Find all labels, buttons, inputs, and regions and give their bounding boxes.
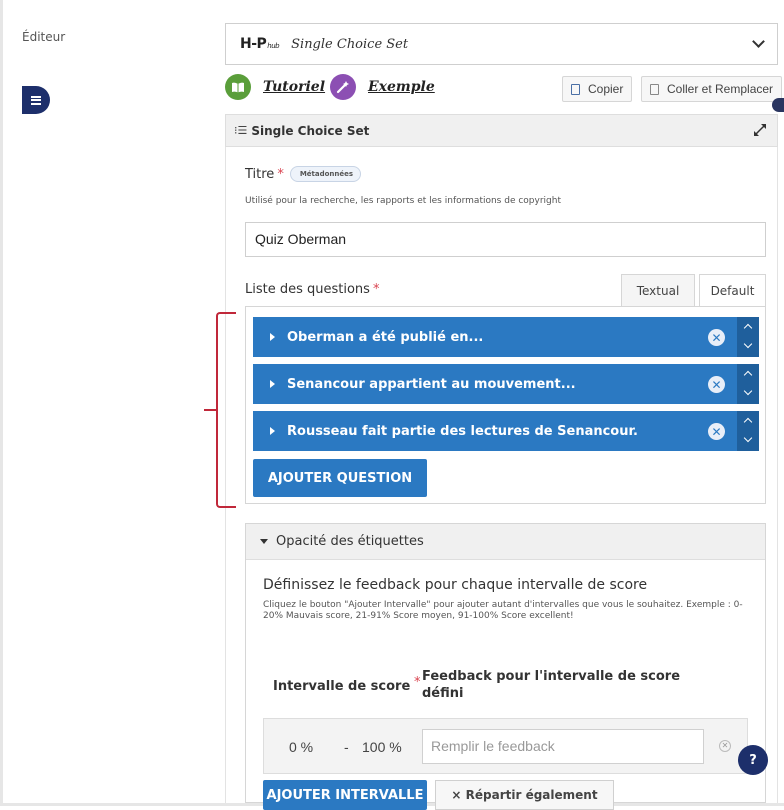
- questions-label: Liste des questions: [245, 282, 370, 297]
- tutorial-label[interactable]: Tutoriel: [263, 79, 325, 95]
- content-type-selector[interactable]: H-Phub Single Choice Set: [225, 23, 778, 65]
- example-label[interactable]: Exemple: [368, 79, 435, 95]
- remove-icon[interactable]: ✕: [708, 376, 725, 393]
- titre-label: Titre: [245, 166, 275, 182]
- magic-wand-icon: [330, 74, 356, 100]
- questions-list: Oberman a été publié en... ✕ Senancour a…: [245, 306, 766, 504]
- titre-input[interactable]: Quiz Oberman: [245, 222, 766, 257]
- section-header: ⁝☰ Single Choice Set: [225, 114, 778, 147]
- question-item[interactable]: Senancour appartient au mouvement... ✕: [253, 364, 759, 404]
- paste-replace-button[interactable]: Coller et Remplacer: [641, 76, 783, 102]
- copy-label: Copier: [588, 82, 624, 96]
- move-up-icon[interactable]: [743, 323, 753, 333]
- remove-range-icon[interactable]: ✕: [719, 740, 731, 752]
- caret-right-icon[interactable]: [270, 333, 275, 341]
- reorder-control[interactable]: [737, 317, 759, 357]
- h5p-hub-logo: H-Phub: [240, 36, 280, 52]
- help-toolbar: Tutoriel Exemple Copier Coller et Rempla…: [225, 74, 784, 104]
- editor-label: Éditeur: [22, 30, 66, 44]
- highlight-bracket: [204, 312, 236, 508]
- score-range-column-label: Intervalle de score: [273, 679, 411, 694]
- opacity-title: Opacité des étiquettes: [276, 534, 424, 549]
- move-up-icon[interactable]: [743, 417, 753, 427]
- titre-description: Utilisé pour la recherche, les rapports …: [245, 196, 561, 206]
- clipboard-icon: [571, 83, 580, 95]
- menu-icon: [31, 95, 41, 105]
- required-marker: *: [414, 675, 421, 690]
- sidebar-toggle[interactable]: [22, 86, 50, 114]
- paste-icon: [650, 83, 659, 95]
- move-down-icon[interactable]: [743, 339, 753, 349]
- feedback-input[interactable]: Remplir le feedback: [422, 729, 704, 764]
- example-link[interactable]: Exemple: [330, 74, 435, 100]
- required-marker: *: [372, 282, 380, 297]
- move-down-icon[interactable]: [743, 433, 753, 443]
- question-item[interactable]: Oberman a été publié en... ✕: [253, 317, 759, 357]
- questions-label-row: Liste des questions *: [245, 282, 379, 297]
- tutorial-link[interactable]: Tutoriel: [225, 74, 325, 100]
- question-title[interactable]: Rousseau fait partie des lectures de Sen…: [287, 424, 638, 439]
- section-title: Single Choice Set: [251, 123, 370, 138]
- reorder-control[interactable]: [737, 411, 759, 451]
- content-type-name: Single Choice Set: [291, 36, 409, 52]
- metadata-button[interactable]: Métadonnées: [289, 166, 362, 182]
- score-from: 0 %: [289, 739, 314, 755]
- book-icon: [225, 74, 251, 100]
- help-button[interactable]: ?: [738, 745, 768, 775]
- remove-icon[interactable]: ✕: [708, 329, 725, 346]
- add-question-button[interactable]: AJOUTER QUESTION: [253, 459, 427, 497]
- question-title[interactable]: Senancour appartient au mouvement...: [287, 377, 576, 392]
- score-range-row: 0 % - 100 % Remplir le feedback ✕: [263, 718, 748, 774]
- opacity-header[interactable]: Opacité des étiquettes: [246, 524, 765, 560]
- range-dash: -: [344, 739, 349, 755]
- remove-icon[interactable]: ✕: [708, 423, 725, 440]
- feedback-heading: Définissez le feedback pour chaque inter…: [263, 577, 648, 593]
- caret-right-icon[interactable]: [270, 380, 275, 388]
- feedback-description: Cliquez le bouton "Ajouter Intervalle" p…: [263, 600, 743, 621]
- reorder-control[interactable]: [737, 364, 759, 404]
- list-icon: ⁝☰: [234, 124, 248, 137]
- tab-default[interactable]: Default: [699, 274, 766, 306]
- titre-label-row: Titre * Métadonnées: [245, 166, 362, 182]
- sidebar-edge-tab: [772, 98, 784, 112]
- score-to[interactable]: 100 %: [362, 739, 402, 755]
- copy-button[interactable]: Copier: [562, 76, 633, 102]
- move-down-icon[interactable]: [743, 386, 753, 396]
- question-item[interactable]: Rousseau fait partie des lectures de Sen…: [253, 411, 759, 451]
- caret-down-icon: [260, 539, 268, 544]
- move-up-icon[interactable]: [743, 370, 753, 380]
- feedback-column-label: Feedback pour l'intervalle de score défi…: [422, 669, 681, 701]
- question-title[interactable]: Oberman a été publié en...: [287, 330, 483, 345]
- required-marker: *: [277, 166, 284, 182]
- paste-label: Coller et Remplacer: [667, 82, 774, 96]
- tab-textual[interactable]: Textual: [621, 274, 695, 306]
- chevron-down-icon[interactable]: [752, 35, 765, 48]
- caret-right-icon[interactable]: [270, 427, 275, 435]
- fullscreen-icon[interactable]: [753, 123, 767, 137]
